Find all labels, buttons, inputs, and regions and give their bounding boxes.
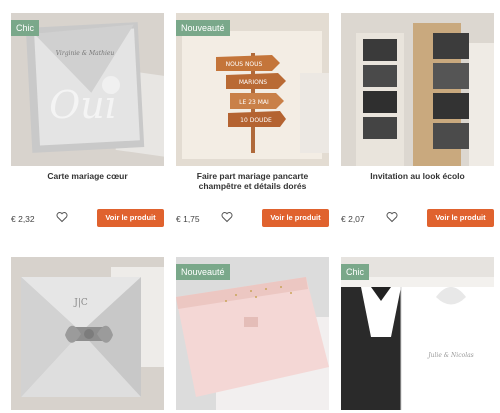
signpost-text-3: 10 DOUDE xyxy=(240,117,272,124)
badge-new: Nouveauté xyxy=(176,20,230,36)
view-product-button[interactable]: Voir le produit xyxy=(427,209,494,227)
heart-outline-icon[interactable] xyxy=(221,210,233,223)
product-title[interactable]: Faire part mariage pancarte champêtre et… xyxy=(176,171,329,191)
heart-outline-icon[interactable] xyxy=(386,210,398,223)
signpost-text-0: NOUS NOUS xyxy=(226,61,263,68)
badge-chic: Chic xyxy=(341,264,370,280)
product-image[interactable] xyxy=(341,13,494,166)
badge-chic: Chic xyxy=(11,20,40,36)
view-product-button[interactable]: Voir le produit xyxy=(97,209,164,227)
product-image[interactable]: J|C xyxy=(11,257,164,410)
signpost-text-1: MARIONS xyxy=(239,79,267,86)
signpost-text-2: LE 23 MAI xyxy=(239,99,269,106)
badge-new: Nouveauté xyxy=(176,264,230,280)
product-price: € 2,07 xyxy=(341,214,365,224)
card-names-script: Julie & Nicolas xyxy=(426,352,474,359)
product-title[interactable]: Carte mariage cœur xyxy=(11,171,164,181)
heart-outline-icon[interactable] xyxy=(56,210,68,223)
view-product-button[interactable]: Voir le produit xyxy=(262,209,329,227)
product-price: € 2,32 xyxy=(11,214,35,224)
card-names-text: Virginie & Mathieu xyxy=(56,50,115,57)
product-price: € 1,75 xyxy=(176,214,200,224)
product-title[interactable]: Invitation au look écolo xyxy=(341,171,494,181)
card-monogram-text: J|C xyxy=(73,298,88,308)
